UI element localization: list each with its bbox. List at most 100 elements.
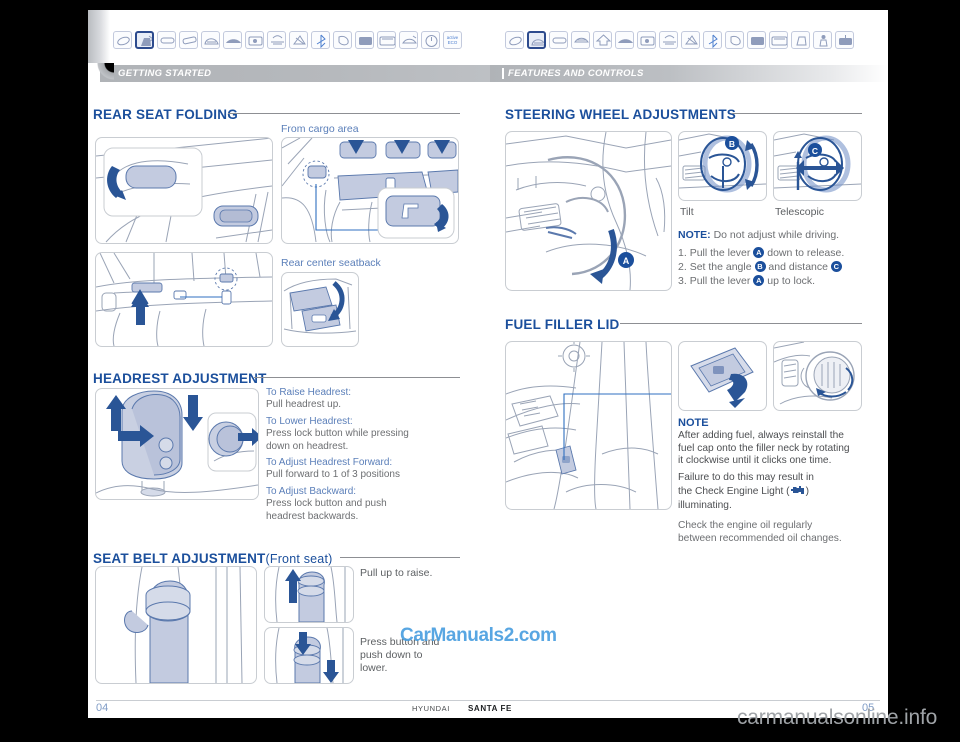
rule-seat-belt-adjustment	[340, 557, 460, 558]
left-page-icon-row[interactable]: active ECO	[113, 31, 462, 49]
fuel-note-paragraph-3: Check the engine oil regularly between r…	[678, 520, 842, 544]
display-screen-icon[interactable]	[769, 31, 788, 49]
headrest-instruction-item: To Raise Headrest: Pull headrest up.	[266, 387, 466, 412]
label-telescopic: Telescopic	[775, 206, 825, 218]
caption-rear-center-seatback: Rear center seatback	[281, 257, 381, 269]
headrest-instruction-text: Pull headrest up.	[266, 399, 342, 411]
headrest-instruction-text: Press lock button while pressing down on…	[266, 428, 409, 452]
trunk-icon[interactable]	[399, 31, 418, 49]
caption-from-cargo-area: From cargo area	[281, 123, 359, 135]
watermark-carmanuals2: CarManuals2.com	[400, 625, 557, 646]
phone-icon[interactable]	[725, 31, 744, 49]
rule-fuel-filler-lid	[620, 323, 862, 324]
watermark-carmanualsonline: carmanualsonline.info	[737, 706, 938, 729]
cargo-icon[interactable]	[835, 31, 854, 49]
headrest-instruction-text: Pull forward to 1 of 3 positions	[266, 469, 400, 481]
steering-wheel-icon[interactable]	[201, 31, 220, 49]
figure-headrest	[95, 388, 259, 500]
fuel-note-p2-line2: the Check Engine Light ( )	[678, 485, 888, 501]
steering-note-text: Do not adjust while driving.	[713, 229, 840, 241]
figure-seatbelt-pillar-art	[124, 567, 243, 683]
page-number-left: 04	[96, 702, 109, 714]
door-handle-icon[interactable]	[157, 31, 176, 49]
steering-wheel-icon[interactable]	[527, 31, 546, 49]
steering-step-text: Pull the lever	[689, 275, 751, 287]
figure-fuel-lid-release-art	[506, 342, 671, 509]
section-bar-corner	[88, 63, 114, 87]
headrest-instruction-text: Press lock button and push headrest back…	[266, 498, 387, 522]
climate-control-icon[interactable]	[659, 31, 678, 49]
steering-step-number: 2.	[678, 261, 687, 273]
rule-rear-seat-folding	[228, 113, 460, 114]
heading-headrest-adjustment: HEADREST ADJUSTMENT	[93, 371, 267, 386]
band-shade	[88, 10, 110, 63]
key-icon[interactable]	[113, 31, 132, 49]
mirror-icon[interactable]	[179, 31, 198, 49]
key-icon[interactable]	[505, 31, 524, 49]
child-seat-icon[interactable]	[813, 31, 832, 49]
bluetooth-icon[interactable]	[703, 31, 722, 49]
bluetooth-icon[interactable]	[311, 31, 330, 49]
label-tilt: Tilt	[680, 206, 694, 218]
figure-rear-bench-art	[96, 253, 272, 346]
headrest-instruction-label: To Adjust Headrest Forward:	[266, 457, 393, 469]
dashboard-icon[interactable]	[615, 31, 634, 49]
navigation-screen-icon[interactable]	[747, 31, 766, 49]
door-handle-icon[interactable]	[549, 31, 568, 49]
seat-icon[interactable]	[791, 31, 810, 49]
steering-step-text-after: up to lock.	[767, 275, 816, 287]
footer-rule	[96, 700, 880, 701]
navigation-screen-icon[interactable]	[355, 31, 374, 49]
fuel-note-p2-before: the Check Engine Light (	[678, 485, 790, 497]
steering-step: 2. Set the angle B and distance C	[678, 260, 893, 274]
dashboard-icon[interactable]	[223, 31, 242, 49]
fuel-note-p2-line3: illuminating.	[678, 500, 732, 512]
figure-rear-bench	[95, 252, 273, 347]
seat-adjust-icon[interactable]	[135, 31, 154, 49]
steering-step-text-after: down to release.	[767, 247, 845, 259]
step-badge-c: C	[830, 261, 842, 272]
figure-fuel-lid-release	[505, 341, 672, 510]
sunroof-icon[interactable]	[571, 31, 590, 49]
phone-icon[interactable]	[333, 31, 352, 49]
fuel-note-p2-after: )	[805, 485, 809, 497]
figure-seatbelt-lower	[264, 627, 354, 684]
display-screen-icon[interactable]	[377, 31, 396, 49]
figure-steering-wheel-main: A	[505, 131, 672, 291]
headrest-instruction-label: To Adjust Backward:	[266, 485, 357, 497]
figure-cargo-area	[281, 137, 459, 244]
figure-fuel-lid-open	[678, 341, 767, 411]
right-page-icon-row[interactable]	[505, 31, 854, 49]
figure-steering-wheel-main-art: A	[506, 132, 671, 290]
climate-control-icon[interactable]	[267, 31, 286, 49]
headrest-instruction-list: To Raise Headrest: Pull headrest up. To Lo…	[266, 387, 466, 527]
steering-step-number: 1.	[678, 247, 687, 259]
headrest-instruction-label: To Raise Headrest:	[266, 387, 352, 398]
instrument-cluster-icon[interactable]	[637, 31, 656, 49]
fuel-note-p2-line1: Failure to do this may result in	[678, 472, 814, 483]
right-section-bar: FEATURES AND CONTROLS	[490, 65, 888, 82]
rule-steering-wheel	[732, 113, 862, 114]
heading-fuel-filler-lid: FUEL FILLER LID	[505, 317, 620, 332]
steering-step-number: 3.	[678, 275, 687, 287]
left-section-bar: GETTING STARTED	[100, 65, 490, 82]
steering-step-text: Set the angle	[689, 261, 752, 273]
check-engine-light-glyph	[790, 485, 804, 494]
warning-lamp-icon[interactable]	[421, 31, 440, 49]
figure-rear-seat-lever-art	[96, 138, 272, 243]
screenshot-root: active ECO GETTING STARTED FEATURES AND C…	[0, 0, 960, 742]
figure-seatbelt-lower-art	[275, 628, 344, 683]
svg-text:B: B	[729, 139, 735, 149]
audio-system-icon[interactable]	[289, 31, 308, 49]
steering-step-list: 1. Pull the lever A down to release. 2. S…	[678, 246, 893, 288]
audio-system-icon[interactable]	[681, 31, 700, 49]
steering-note-label: NOTE:	[678, 229, 711, 241]
heading-seat-belt-adjustment-main: SEAT BELT ADJUSTMENT	[93, 551, 266, 566]
home-icon[interactable]	[593, 31, 612, 49]
figure-rear-seat-lever	[95, 137, 273, 244]
figure-steering-telescopic-art: C	[774, 133, 861, 193]
figure-seatbelt-pillar	[95, 566, 257, 684]
active-eco-icon[interactable]: active ECO	[443, 31, 462, 49]
step-badge-a: A	[753, 275, 765, 286]
instrument-cluster-icon[interactable]	[245, 31, 264, 49]
